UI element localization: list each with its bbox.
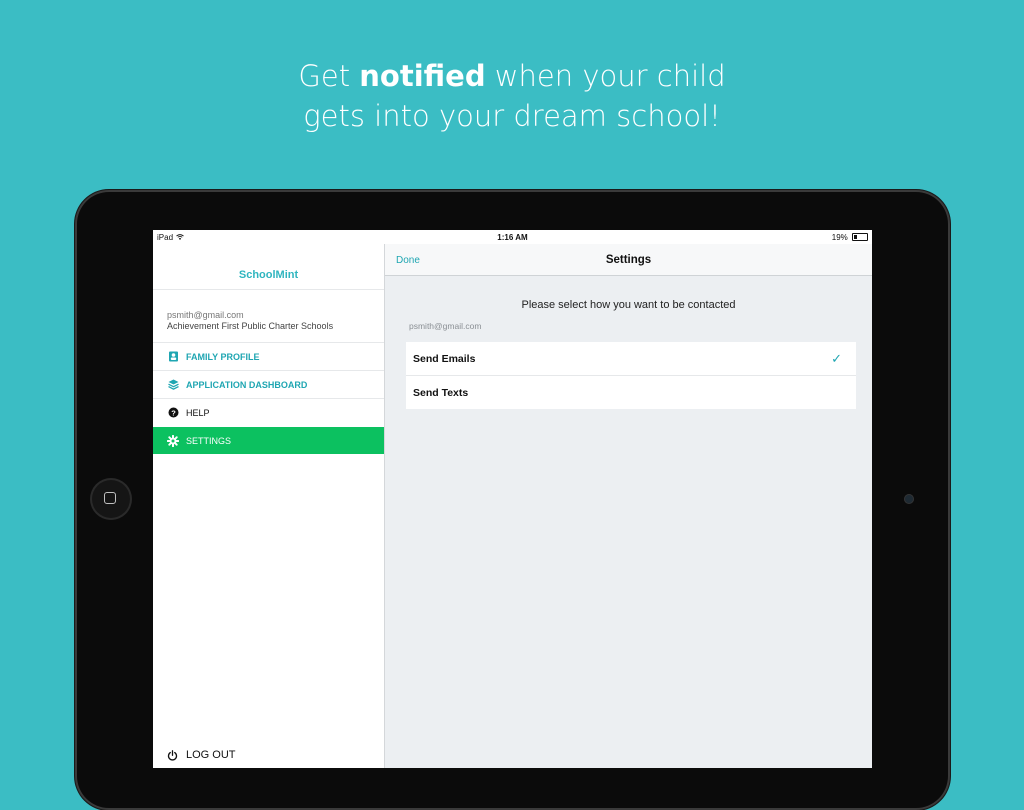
headline-line-2: gets into your dream school! [303,99,721,133]
marketing-headline: Get notified when your child gets into y… [0,56,1024,136]
sidebar-item-label: HELP [186,407,210,418]
home-button[interactable] [90,478,132,520]
sidebar-item-label: SETTINGS [186,435,232,446]
account-organization: Achievement First Public Charter Schools [167,321,334,331]
option-send-texts[interactable]: Send Texts [406,376,856,409]
ipad-screen: iPad 1:16 AM 19% SchoolMint psmith@gmail… [153,230,872,768]
contact-options-list: Send Emails ✓ Send Texts [406,342,856,409]
svg-text:?: ? [171,408,176,417]
account-info: psmith@gmail.com Achievement First Publi… [167,310,333,332]
sidebar-item-family-profile[interactable]: FAMILY PROFILE [153,343,384,370]
home-button-icon [104,492,116,504]
sidebar: SchoolMint psmith@gmail.com Achievement … [153,244,385,768]
divider [153,289,384,290]
brand-logo: SchoolMint [238,269,299,281]
help-icon: ? [167,407,179,419]
power-icon [167,749,178,761]
sidebar-item-help[interactable]: ? HELP [153,399,384,426]
contact-email: psmith@gmail.com [409,321,482,331]
page-title: Settings [605,254,652,266]
option-label: Send Emails [413,352,476,365]
settings-navbar: Done Settings [385,244,872,276]
status-battery: 19% [832,233,868,242]
layers-icon [167,379,179,391]
checkmark-icon: ✓ [831,351,842,366]
contact-prompt: Please select how you want to be contact… [521,299,736,311]
headline-line-1: Get notified when your child [298,59,726,93]
option-send-emails[interactable]: Send Emails ✓ [406,342,856,376]
logout-label: LOG OUT [186,749,236,761]
sidebar-item-settings[interactable]: SETTINGS [153,427,384,454]
battery-icon [852,233,868,241]
status-bar: iPad 1:16 AM 19% [153,230,872,244]
profile-icon [167,351,179,363]
headline-emphasis: notified [359,59,486,93]
gear-icon [167,434,179,447]
sidebar-item-label: FAMILY PROFILE [186,351,260,362]
sidebar-item-label: APPLICATION DASHBOARD [186,379,308,390]
status-time: 1:16 AM [497,233,528,242]
option-label: Send Texts [413,386,469,399]
logout-button[interactable]: LOG OUT [167,749,236,761]
camera-icon [904,494,914,504]
sidebar-item-application-dashboard[interactable]: APPLICATION DASHBOARD [153,371,384,398]
account-email: psmith@gmail.com [167,310,244,320]
